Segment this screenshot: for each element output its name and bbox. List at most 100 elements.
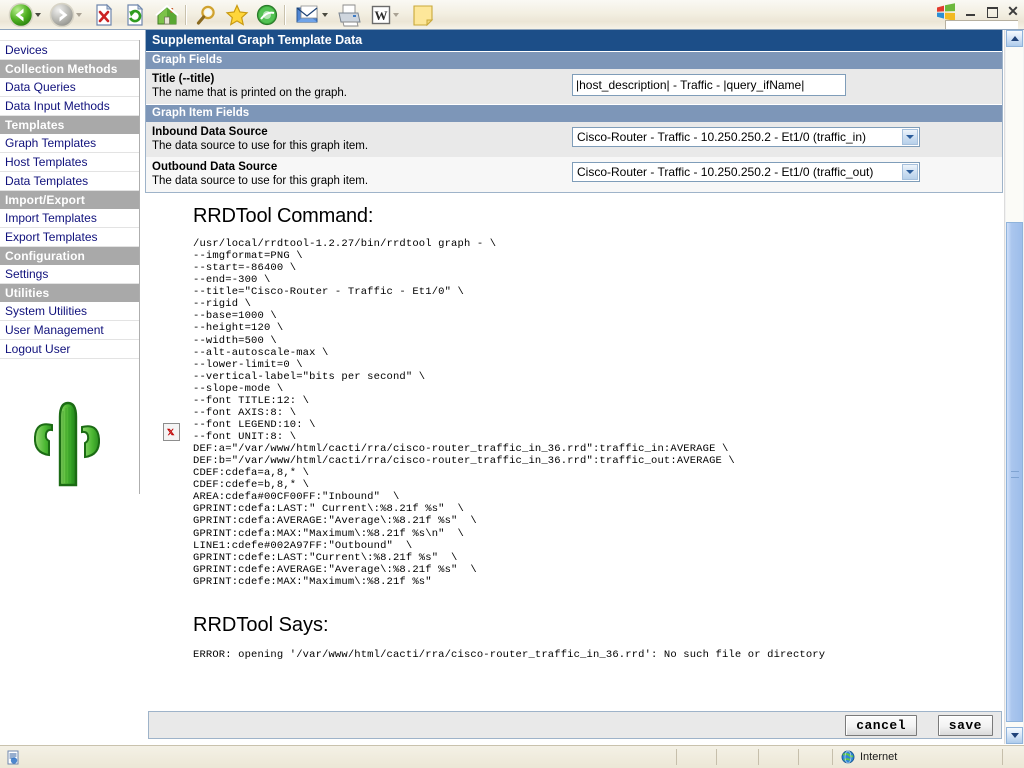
sidebar-item-data-input-methods[interactable]: Data Input Methods — [0, 97, 139, 116]
outbound-field-labels: Outbound Data Source The data source to … — [152, 160, 572, 188]
outbound-data-source-value: Cisco-Router - Traffic - 10.250.250.2 - … — [577, 165, 874, 179]
title-input[interactable] — [572, 74, 846, 96]
save-button[interactable]: save — [937, 715, 993, 736]
home-button[interactable] — [154, 1, 180, 29]
window-controls: ✕ — [935, 2, 1020, 22]
main-content: Supplemental Graph Template Data Graph F… — [145, 30, 1005, 661]
outbound-field-label: Outbound Data Source — [152, 161, 278, 173]
section-graph-item-fields: Graph Item Fields — [146, 104, 1002, 122]
scroll-down-arrow[interactable] — [1006, 727, 1023, 744]
field-row-inbound: Inbound Data Source The data source to u… — [146, 122, 1002, 157]
inbound-field-description: The data source to use for this graph it… — [152, 140, 369, 152]
windows-logo-icon — [937, 3, 955, 21]
scroll-thumb-grip — [1011, 471, 1019, 478]
sidebar-header-configuration: Configuration — [0, 247, 139, 265]
form-button-bar: cancel save — [148, 711, 1002, 739]
cancel-button[interactable]: cancel — [845, 715, 917, 736]
broken-image-x-glyph: 𝕩 — [167, 426, 175, 438]
inbound-data-source-value: Cisco-Router - Traffic - 10.250.250.2 - … — [577, 130, 867, 144]
outbound-data-source-select[interactable]: Cisco-Router - Traffic - 10.250.250.2 - … — [572, 162, 920, 182]
title-field-control — [572, 72, 996, 96]
search-icon — [196, 5, 215, 25]
edit-with-word-button[interactable]: W — [370, 1, 392, 29]
sidebar-item-import-templates[interactable]: Import Templates — [0, 209, 139, 228]
title-field-labels: Title (--title) The name that is printed… — [152, 72, 572, 100]
sidebar-item-logout-user[interactable]: Logout User — [0, 340, 139, 359]
forward-button[interactable] — [49, 1, 75, 29]
inbound-data-source-select[interactable]: Cisco-Router - Traffic - 10.250.250.2 - … — [572, 127, 920, 147]
favorites-button[interactable] — [225, 1, 249, 29]
inbound-field-labels: Inbound Data Source The data source to u… — [152, 125, 572, 153]
cacti-logo-icon — [33, 401, 101, 487]
sidebar-item-devices[interactable]: Devices — [0, 40, 139, 60]
browser-toolbar: W ✕ — [0, 0, 1024, 31]
supplemental-graph-template-panel: Supplemental Graph Template Data Graph F… — [145, 30, 1003, 193]
resize-grip[interactable] — [1002, 749, 1024, 765]
sidebar-item-data-templates[interactable]: Data Templates — [0, 172, 139, 191]
security-zone-cell[interactable]: Internet — [832, 749, 1002, 765]
outbound-field-description: The data source to use for this graph it… — [152, 175, 369, 187]
forward-icon — [49, 2, 75, 28]
mail-dropdown-caret[interactable] — [322, 13, 328, 17]
inbound-field-label: Inbound Data Source — [152, 126, 268, 138]
sidebar-item-user-management[interactable]: User Management — [0, 321, 139, 340]
notes-icon — [413, 5, 434, 27]
print-icon — [338, 4, 361, 27]
forward-dropdown-caret[interactable] — [76, 13, 82, 17]
status-cell-4 — [798, 749, 832, 765]
mail-button[interactable] — [295, 1, 321, 29]
sidebar-item-system-utilities[interactable]: System Utilities — [0, 302, 139, 321]
toolbar-separator-1 — [185, 5, 187, 25]
print-button[interactable] — [336, 1, 362, 29]
edit-word-icon: W — [371, 5, 391, 25]
sidebar-item-data-queries[interactable]: Data Queries — [0, 78, 139, 97]
section-graph-fields: Graph Fields — [146, 51, 1002, 69]
chevron-down-icon[interactable] — [902, 129, 918, 145]
back-icon — [8, 2, 34, 28]
stop-icon — [96, 3, 113, 26]
sidebar-item-settings[interactable]: Settings — [0, 265, 139, 284]
sidebar-navigation: Devices Collection Methods Data Queries … — [0, 40, 140, 494]
sidebar-header-import-export: Import/Export — [0, 191, 139, 209]
sidebar-header-templates: Templates — [0, 116, 139, 134]
scroll-up-arrow[interactable] — [1006, 30, 1023, 47]
scroll-thumb[interactable] — [1006, 222, 1023, 722]
field-row-title: Title (--title) The name that is printed… — [146, 69, 1002, 104]
rrdtool-section: 𝕩 RRDTool Command: /usr/local/rrdtool-1.… — [145, 205, 1005, 661]
minimize-button[interactable] — [964, 5, 978, 19]
scrollbar-track[interactable] — [1006, 47, 1023, 727]
refresh-icon — [127, 3, 144, 26]
close-button[interactable]: ✕ — [1006, 4, 1020, 19]
svg-text:W: W — [375, 8, 388, 23]
page-content: Devices Collection Methods Data Queries … — [0, 30, 1005, 744]
sidebar-header-utilities: Utilities — [0, 284, 139, 302]
back-dropdown-caret[interactable] — [35, 13, 41, 17]
favorites-icon — [225, 4, 249, 26]
stop-button[interactable] — [92, 1, 116, 29]
back-button[interactable] — [8, 1, 34, 29]
word-dropdown-caret[interactable] — [393, 13, 399, 17]
maximize-button[interactable] — [985, 5, 999, 19]
outbound-field-control: Cisco-Router - Traffic - 10.250.250.2 - … — [572, 160, 996, 187]
mail-icon — [296, 5, 318, 23]
sidebar-item-host-templates[interactable]: Host Templates — [0, 153, 139, 172]
rrdtool-says-text: ERROR: opening '/var/www/html/cacti/rra/… — [193, 648, 826, 661]
vertical-scrollbar[interactable] — [1004, 30, 1024, 744]
security-zone-label: Internet — [860, 751, 898, 763]
status-cell-2 — [716, 749, 758, 765]
broken-image-icon: 𝕩 — [163, 423, 180, 441]
sidebar-item-graph-templates[interactable]: Graph Templates — [0, 134, 139, 153]
history-icon — [256, 4, 278, 26]
chevron-down-icon[interactable] — [902, 164, 918, 180]
status-left — [0, 750, 156, 765]
sidebar-header-collection-methods: Collection Methods — [0, 60, 139, 78]
browser-window: W ✕ Devices Collection Methods Data Quer… — [0, 0, 1024, 768]
sidebar-item-export-templates[interactable]: Export Templates — [0, 228, 139, 247]
notes-button[interactable] — [411, 1, 435, 29]
status-cell-3 — [758, 749, 798, 765]
refresh-button[interactable] — [123, 1, 147, 29]
history-button[interactable] — [255, 1, 279, 29]
search-button[interactable] — [195, 1, 219, 29]
title-field-label: Title (--title) — [152, 73, 215, 85]
inbound-field-control: Cisco-Router - Traffic - 10.250.250.2 - … — [572, 125, 996, 152]
